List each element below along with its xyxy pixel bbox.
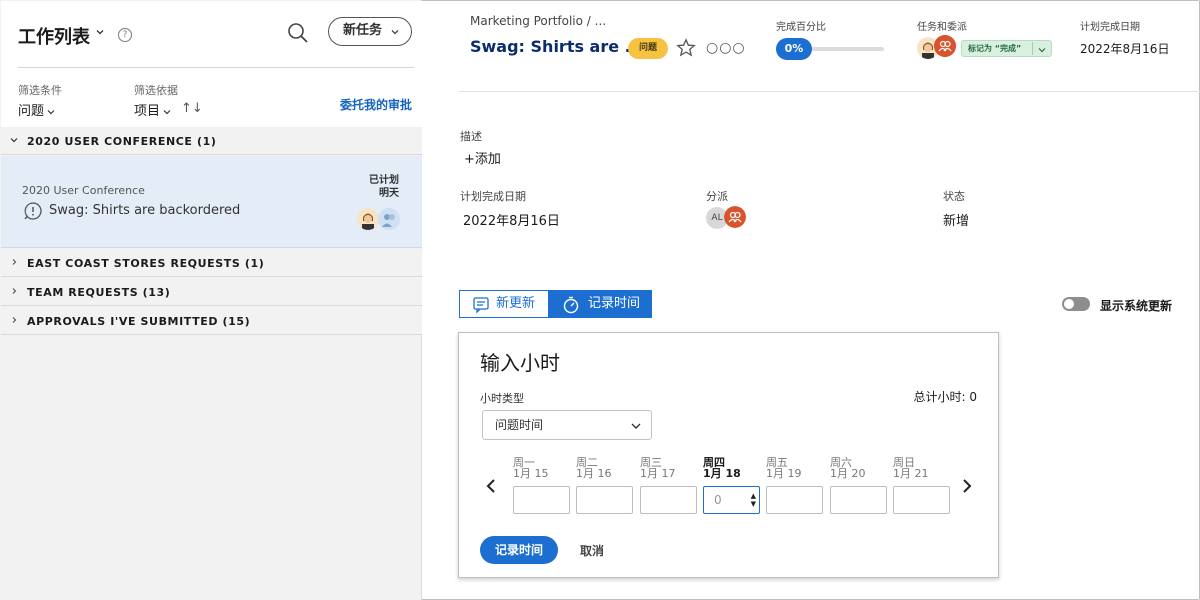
issue-icon xyxy=(24,202,42,220)
stopwatch-icon xyxy=(563,296,579,314)
chevron-down-icon xyxy=(163,109,171,114)
group-header[interactable]: 2020 USER CONFERENCE (1) xyxy=(1,127,422,155)
system-updates-label: 显示系统更新 xyxy=(1100,299,1173,313)
chevron-down-icon xyxy=(10,138,18,143)
day-column: 周日 1月 21 xyxy=(893,457,950,514)
total-hours: 总计小时: 0 xyxy=(913,390,978,404)
add-description-link[interactable]: +添加 xyxy=(464,148,501,167)
search-icon[interactable] xyxy=(287,22,309,44)
stepper-icon[interactable]: ▲ ▼ xyxy=(751,492,756,508)
day-column: 周六 1月 20 xyxy=(830,457,887,514)
comment-icon xyxy=(473,297,489,314)
day-column-today: 周四 1月 18 0 ▲ ▼ xyxy=(703,457,760,514)
assigned-label: 分派 xyxy=(706,190,728,203)
group-name: TEAM REQUESTS (13) xyxy=(27,286,171,299)
status-label: 状态 xyxy=(943,190,965,203)
mark-done-button[interactable]: 标记为 “完成” xyxy=(961,40,1052,57)
planned-date-label: 计划完成日期 xyxy=(1080,22,1140,33)
delegated-approvals-link[interactable]: 委托我的审批 xyxy=(340,96,412,113)
group-header[interactable]: TEAM REQUESTS (13) xyxy=(1,278,422,306)
team-icon[interactable] xyxy=(724,206,746,228)
hours-input[interactable] xyxy=(576,486,633,514)
hours-input-today[interactable]: 0 ▲ ▼ xyxy=(703,486,760,514)
filterby-label: 筛选依据 xyxy=(134,84,178,97)
day-column: 周五 1月 19 xyxy=(766,457,823,514)
chevron-down-icon[interactable] xyxy=(96,28,104,36)
more-options-icon[interactable]: ○○○ xyxy=(706,40,746,56)
percent-complete-label: 完成百分比 xyxy=(776,22,826,33)
avatar-group-icon xyxy=(378,208,400,230)
previous-week-icon[interactable] xyxy=(485,478,497,494)
work-item-status: 已计划 明天 xyxy=(369,175,399,199)
divider xyxy=(18,67,414,68)
avatar xyxy=(357,208,379,230)
hours-input[interactable] xyxy=(513,486,570,514)
filter-label: 筛选条件 xyxy=(18,84,62,97)
hour-type-select[interactable]: 问题时间 xyxy=(482,410,652,440)
issue-badge: 问题 xyxy=(628,38,668,59)
hour-type-label: 小时类型 xyxy=(480,392,524,405)
chevron-right-icon xyxy=(12,259,17,265)
help-icon[interactable]: ? xyxy=(118,28,132,42)
tab-log-time[interactable]: 记录时间 xyxy=(549,290,652,318)
hours-input[interactable] xyxy=(893,486,950,514)
cancel-button[interactable]: 取消 xyxy=(580,542,604,559)
status-value[interactable]: 新增 xyxy=(943,210,969,229)
team-icon[interactable] xyxy=(934,35,956,57)
filterby-dropdown[interactable]: 项目 xyxy=(134,100,171,119)
system-updates-toggle[interactable] xyxy=(1062,297,1090,311)
new-task-label: 新任务 xyxy=(343,23,383,38)
worklist-header: 工作列表 ? 新任务 筛选条件 问题 筛选依据 项目 ↑↓ 委托我的审批 xyxy=(1,1,422,127)
worklist-title[interactable]: 工作列表 xyxy=(18,23,90,49)
work-item-card[interactable]: 2020 User Conference Swag: Shirts are ba… xyxy=(1,156,422,248)
enter-hours-title: 输入小时 xyxy=(480,351,560,375)
hours-input[interactable] xyxy=(830,486,887,514)
next-week-icon[interactable] xyxy=(961,478,973,494)
percent-complete-value[interactable]: 0% xyxy=(776,38,812,60)
chevron-right-icon xyxy=(12,288,17,294)
day-column: 周二 1月 16 xyxy=(576,457,633,514)
hours-input[interactable] xyxy=(766,486,823,514)
planned-date-field-label: 计划完成日期 xyxy=(460,190,526,203)
tab-new-update[interactable]: 新更新 xyxy=(459,290,549,318)
enter-hours-panel: 输入小时 小时类型 总计小时: 0 问题时间 周一 1月 15 周二 1月 16… xyxy=(458,332,999,578)
group-name: APPROVALS I'VE SUBMITTED (15) xyxy=(27,315,251,328)
planned-date-value[interactable]: 2022年8月16日 xyxy=(1080,40,1169,57)
chevron-down-icon xyxy=(391,30,399,35)
divider xyxy=(459,91,1200,92)
planned-date-field-value[interactable]: 2022年8月16日 xyxy=(463,210,560,229)
day-column: 周三 1月 17 xyxy=(640,457,697,514)
task-title[interactable]: Swag: Shirts are ... xyxy=(470,37,643,56)
work-item-project: 2020 User Conference xyxy=(22,184,145,197)
group-name: 2020 USER CONFERENCE (1) xyxy=(27,135,217,148)
update-tabs: 新更新 记录时间 xyxy=(459,290,652,318)
chevron-down-icon xyxy=(631,423,641,429)
group-name: EAST COAST STORES REQUESTS (1) xyxy=(27,257,265,270)
worklist-panel: 工作列表 ? 新任务 筛选条件 问题 筛选依据 项目 ↑↓ 委托我的审批 202… xyxy=(0,0,422,600)
hours-input[interactable] xyxy=(640,486,697,514)
progress-track xyxy=(810,47,884,51)
description-label: 描述 xyxy=(460,130,482,143)
chevron-right-icon xyxy=(12,317,17,323)
filter-dropdown[interactable]: 问题 xyxy=(18,100,55,119)
breadcrumb[interactable]: Marketing Portfolio / ... xyxy=(470,14,606,28)
star-icon[interactable] xyxy=(676,38,696,58)
day-column: 周一 1月 15 xyxy=(513,457,570,514)
new-task-button[interactable]: 新任务 xyxy=(328,17,412,46)
log-time-button[interactable]: 记录时间 xyxy=(480,536,558,564)
chevron-down-icon xyxy=(47,109,55,114)
work-item-name[interactable]: Swag: Shirts are backordered xyxy=(49,203,240,218)
tasks-delegations-label: 任务和委派 xyxy=(917,22,967,33)
group-header[interactable]: APPROVALS I'VE SUBMITTED (15) xyxy=(1,307,422,335)
group-header[interactable]: EAST COAST STORES REQUESTS (1) xyxy=(1,249,422,277)
sort-icon[interactable]: ↑↓ xyxy=(181,101,203,116)
chevron-down-icon xyxy=(1038,48,1046,53)
